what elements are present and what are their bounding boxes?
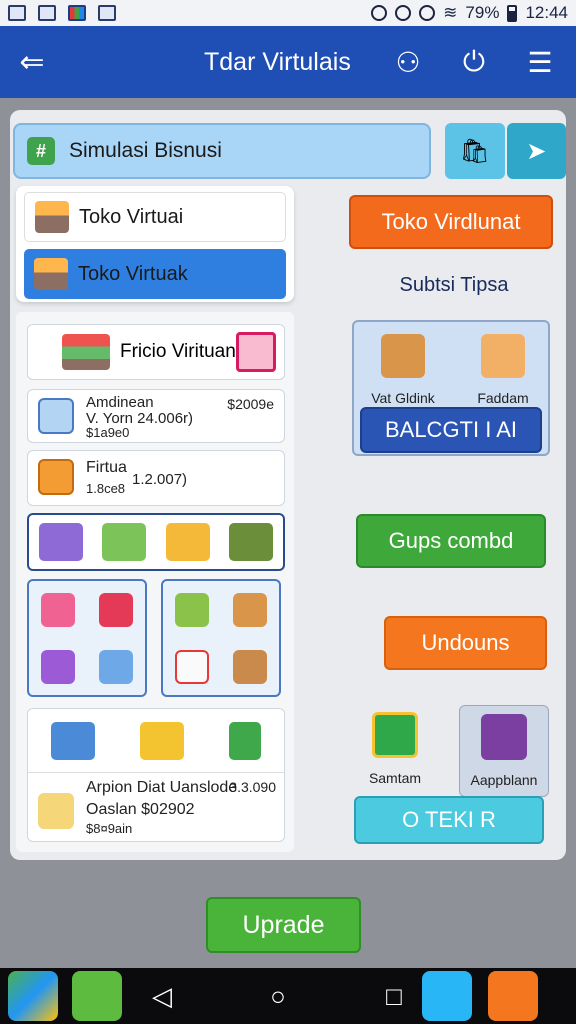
bag-icon[interactable] [99,592,133,627]
dropdown-item-label: Toko Virtuak [78,262,188,285]
summary-icons [28,709,284,773]
sandwich-box-icon[interactable] [175,592,209,627]
box-globe-icon [381,334,425,378]
bag-grid-left [27,579,147,697]
location-icon [395,5,412,21]
feature-item-2[interactable]: Faddam [458,330,548,406]
cart-product-icon[interactable] [38,523,83,561]
safe-icon [38,398,74,434]
nav-home-icon[interactable]: ○ [258,981,298,1012]
store-front-icon [62,334,110,370]
card-value: 1.2.007) [132,471,188,488]
top-action-buttons: 🛍 ➤ [445,123,566,179]
info-card-1[interactable]: Amdinean V. Yorn 24.006r) $1a9e0 $2009e [27,389,285,443]
clipboard-icon [98,5,116,21]
card-value: $2009e [227,396,274,412]
gallery-icon [38,5,56,21]
dropdown-item-toko-2[interactable]: Toko Virtuak [24,249,286,299]
power-icon[interactable]: ⏻ [452,46,496,79]
chat-app-icon[interactable] [422,971,472,1021]
store-dropdown: Toko Virtuai Toko Virtuak [16,186,294,302]
undouns-button[interactable]: Undouns [384,616,547,670]
app-bar: ⇐ Tdar Virtulais ⚇ ⏻ ☰ [0,26,576,98]
samtam-item[interactable]: Samtam [360,712,430,786]
feature-label: Faddam [477,390,529,406]
bag-icon[interactable] [41,649,75,684]
feature-label: Vat Gldink [371,390,435,406]
play-store-icon[interactable] [8,971,58,1021]
groups-combo-button[interactable]: Gups combd [356,514,546,568]
box-icon[interactable] [99,649,133,684]
basket-icon[interactable] [102,523,147,561]
aappblann-item[interactable]: Aappblann [459,705,549,797]
battery-percent: 79% [465,3,500,22]
nav-recents-icon[interactable]: □ [374,981,414,1012]
summary-card[interactable]: Arpion Diat Uanslode 3.3.090 Oaslan $029… [27,708,285,842]
bag-grid-right [161,579,281,697]
pin-icon-button[interactable]: ➤ [506,123,566,179]
page-title: Tdar Virtulais [204,47,351,76]
gift-app-icon [372,712,418,758]
bag-icon[interactable] [41,592,75,627]
item-label: Aappblann [470,772,538,788]
app-store-icon [481,714,527,760]
menu-icon[interactable]: ☰ [518,46,562,79]
dropdown-item-label: Toko Virtuai [79,205,184,228]
toko-virtual-button[interactable]: Toko Virdlunat [349,195,553,249]
shop-icon-button[interactable]: 🛍 [445,123,505,179]
nav-bar: ◁ ○ □ [0,968,576,1024]
section-subtitle: Subtsi Tipsa [399,274,509,296]
card-price: $1a9e0 [86,425,130,440]
item-label: Samtam [368,770,422,786]
gauge-icon [38,459,74,495]
store-icon [35,201,69,233]
summary-title: Arpion Diat Uanslode [86,779,238,796]
user-icon[interactable]: ⚇ [386,46,430,79]
product-card[interactable]: Fricio Virituan [27,324,285,380]
upgrade-button[interactable]: Uprade [206,897,361,953]
package-stack-icon[interactable] [229,523,274,561]
arrow-left-icon[interactable]: ⇐ [0,45,64,80]
card-title: Firtua [86,459,127,476]
battery-icon [507,4,518,22]
paper-bag-icon[interactable] [233,649,267,684]
status-bar: ≋ 79% 12:44 [0,0,576,26]
paper-bag-icon[interactable] [233,592,267,627]
notification-icon [8,5,26,21]
message-app-icon[interactable] [488,971,538,1021]
card-title: Amdinean [86,394,154,411]
cart-icon [236,332,276,372]
app-notification-icon [68,5,86,21]
goods-icon [38,793,74,829]
card-detail: 1.8ce8 [86,481,126,496]
home-app-icon[interactable] [72,971,122,1021]
google-icon [419,5,436,21]
register-icon [50,721,95,760]
nav-back-icon[interactable]: ◁ [142,981,182,1012]
balance-button[interactable]: BALCGTI I AI [360,407,542,453]
teki-search-button[interactable]: O TEKI R [354,796,544,844]
summary-value: 3.3.090 [229,779,276,795]
dropdown-item-toko-1[interactable]: Toko Virtuai [24,192,286,242]
product-card-label: Fricio Virituan [120,341,236,362]
clock: 12:44 [525,3,568,22]
info-card-2[interactable]: Firtua 1.8ce8 1.2.007) [27,450,285,506]
package-icon [481,334,525,378]
wifi-icon: ≋ [443,3,458,22]
search-label: Simulasi Bisnusi [69,139,222,162]
sync-icon [371,5,388,21]
shopping-cart-icon [139,721,184,760]
summary-price: $8¤9ain [86,821,133,836]
package-icon [229,721,262,760]
box-icon[interactable] [165,523,210,561]
feature-item-1[interactable]: Vat Gldink [358,330,448,406]
shop-building-icon [34,258,68,290]
grid-app-icon: # [27,137,55,165]
gift-box-icon[interactable] [175,649,209,684]
search-bar[interactable]: # Simulasi Bisnusi [13,123,431,179]
product-icon-row [27,513,285,571]
summary-detail: Oaslan $02902 [86,801,195,818]
